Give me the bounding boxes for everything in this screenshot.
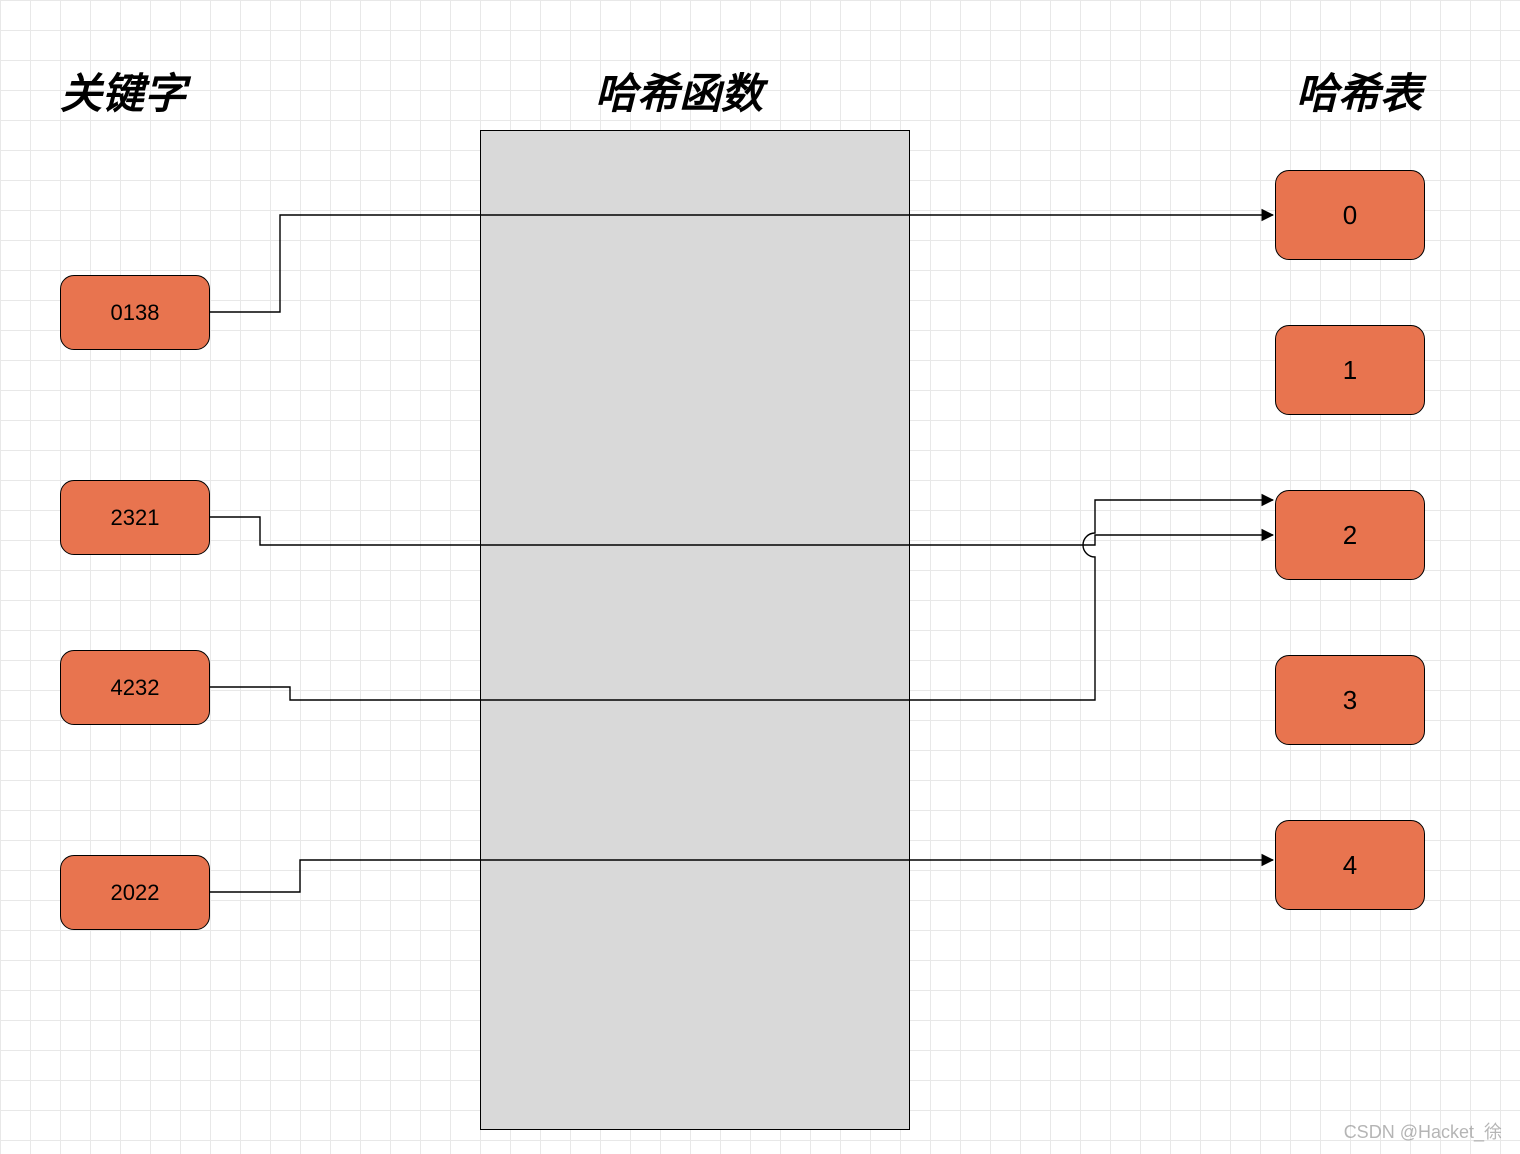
slot-label: 4 — [1343, 850, 1357, 881]
heading-hash-function: 哈希函数 — [595, 60, 763, 121]
key-box-3: 2022 — [60, 855, 210, 930]
key-label: 4232 — [111, 675, 160, 701]
table-slot-1: 1 — [1275, 325, 1425, 415]
table-slot-4: 4 — [1275, 820, 1425, 910]
table-slot-3: 3 — [1275, 655, 1425, 745]
key-label: 0138 — [111, 300, 160, 326]
heading-hash-table: 哈希表 — [1296, 60, 1422, 121]
hash-function-box — [480, 130, 910, 1130]
key-box-2: 4232 — [60, 650, 210, 725]
key-box-0: 0138 — [60, 275, 210, 350]
slot-label: 2 — [1343, 520, 1357, 551]
heading-keys: 关键字 — [60, 60, 186, 121]
key-label: 2022 — [111, 880, 160, 906]
slot-label: 0 — [1343, 200, 1357, 231]
slot-label: 1 — [1343, 355, 1357, 386]
table-slot-0: 0 — [1275, 170, 1425, 260]
table-slot-2: 2 — [1275, 490, 1425, 580]
watermark: CSDN @Hacket_徐 — [1344, 1118, 1502, 1144]
slot-label: 3 — [1343, 685, 1357, 716]
key-box-1: 2321 — [60, 480, 210, 555]
key-label: 2321 — [111, 505, 160, 531]
